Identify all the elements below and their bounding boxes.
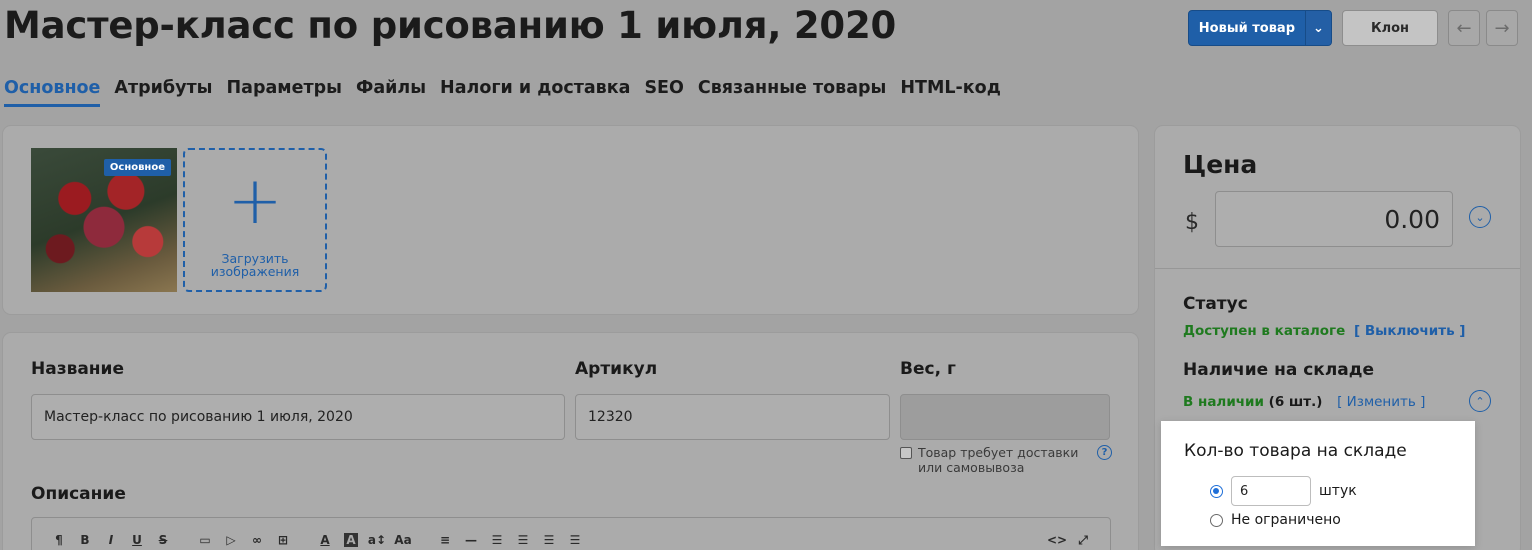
unlimited-label[interactable]: Не ограничено xyxy=(1231,512,1341,528)
image-icon[interactable]: ▭ xyxy=(192,533,218,547)
stock-title: Наличие на складе xyxy=(1183,360,1375,380)
horizontal-rule-icon[interactable]: — xyxy=(458,533,484,547)
qty-unit: штук xyxy=(1319,483,1357,499)
paragraph-icon[interactable]: ¶ xyxy=(46,533,72,547)
weight-input[interactable] xyxy=(900,394,1110,440)
tab-attributes[interactable]: Атрибуты xyxy=(114,78,212,107)
tab-seo[interactable]: SEO xyxy=(644,78,683,107)
tab-bar: Основное Атрибуты Параметры Файлы Налоги… xyxy=(4,78,1015,107)
tab-html-code[interactable]: HTML-код xyxy=(900,78,1000,107)
upload-images-label: Загрузить изображения xyxy=(210,251,300,279)
disable-link[interactable]: [ Выключить ] xyxy=(1354,323,1466,339)
plus-icon: + xyxy=(227,162,283,239)
indent-icon[interactable]: ☰ xyxy=(562,533,588,547)
page-title: Мастер-класс по рисованию 1 июля, 2020 xyxy=(4,4,897,47)
numbered-list-icon[interactable]: ☰ xyxy=(510,533,536,547)
font-family-icon[interactable]: Aa xyxy=(390,533,416,547)
clone-button[interactable]: Клон xyxy=(1342,10,1438,46)
next-arrow-icon[interactable]: → xyxy=(1486,10,1518,46)
limited-qty-row: 6 штук xyxy=(1210,476,1357,506)
sku-label: Артикул xyxy=(575,359,658,379)
prev-arrow-icon[interactable]: ← xyxy=(1448,10,1480,46)
new-product-button[interactable]: Новый товар ⌄ xyxy=(1187,10,1332,46)
upload-images-button[interactable]: + Загрузить изображения xyxy=(183,148,327,292)
description-label: Описание xyxy=(31,484,126,504)
outdent-icon[interactable]: ☰ xyxy=(536,533,562,547)
product-image-thumbnail[interactable]: Основное xyxy=(31,148,177,292)
shipping-checkbox[interactable] xyxy=(900,447,912,459)
shipping-checkbox-row[interactable]: Товар требует доставки или самовывоза xyxy=(900,445,1100,475)
status-line: Доступен в каталоге [ Выключить ] xyxy=(1183,323,1465,339)
change-stock-link[interactable]: [ Изменить ] xyxy=(1337,394,1425,410)
currency-symbol: $ xyxy=(1185,210,1199,235)
main-form-card: Название Мастер-класс по рисованию 1 июл… xyxy=(3,333,1138,550)
tab-parameters[interactable]: Параметры xyxy=(227,78,342,107)
qty-input[interactable]: 6 xyxy=(1231,476,1311,506)
link-icon[interactable]: ∞ xyxy=(244,533,270,547)
chevron-up-icon[interactable]: ⌃ xyxy=(1469,390,1491,412)
table-icon[interactable]: ⊞ xyxy=(270,533,296,547)
unlimited-radio[interactable] xyxy=(1210,513,1223,527)
status-state: Доступен в каталоге xyxy=(1183,323,1346,339)
chevron-down-icon[interactable]: ⌄ xyxy=(1305,11,1331,45)
chevron-down-icon[interactable]: ⌄ xyxy=(1469,206,1491,228)
images-card: Основное + Загрузить изображения xyxy=(3,126,1138,314)
bold-icon[interactable]: B xyxy=(72,533,98,547)
stock-popup-title: Кол-во товара на складе xyxy=(1184,441,1407,461)
help-icon[interactable]: ? xyxy=(1097,445,1112,460)
editor-toolbar: ¶ B I U S ▭ ▷ ∞ ⊞ A A a↕ Aa ≡ — ☰ ☰ ☰ ☰ … xyxy=(31,517,1111,550)
main-image-badge: Основное xyxy=(103,159,171,176)
tab-related-products[interactable]: Связанные товары xyxy=(698,78,887,107)
fullscreen-icon[interactable]: ⤢ xyxy=(1070,533,1096,548)
price-input[interactable]: 0.00 xyxy=(1215,191,1453,247)
status-title: Статус xyxy=(1183,294,1248,314)
name-input[interactable]: Мастер-класс по рисованию 1 июля, 2020 xyxy=(31,394,565,440)
limited-qty-radio[interactable] xyxy=(1210,484,1223,498)
divider xyxy=(1155,268,1520,269)
tab-main[interactable]: Основное xyxy=(4,78,101,107)
bullet-list-icon[interactable]: ☰ xyxy=(484,533,510,547)
sku-input[interactable]: 12320 xyxy=(575,394,890,440)
font-color-icon[interactable]: A xyxy=(312,533,338,547)
nav-arrows: ← → xyxy=(1448,10,1518,46)
name-label: Название xyxy=(31,359,124,379)
new-product-label: Новый товар xyxy=(1198,20,1295,36)
shipping-checkbox-label: Товар требует доставки или самовывоза xyxy=(918,445,1079,475)
font-size-icon[interactable]: a↕ xyxy=(364,533,390,547)
stock-quantity-popup: Кол-во товара на складе 6 штук Не ограни… xyxy=(1161,421,1475,546)
code-view-icon[interactable]: <> xyxy=(1044,533,1070,547)
align-icon[interactable]: ≡ xyxy=(432,533,458,547)
background-color-icon[interactable]: A xyxy=(344,533,358,547)
stock-count: (6 шт.) xyxy=(1268,394,1323,410)
weight-label: Вес, г xyxy=(900,359,956,379)
unlimited-row: Не ограничено xyxy=(1210,512,1341,528)
price-title: Цена xyxy=(1183,150,1258,179)
video-icon[interactable]: ▷ xyxy=(218,533,244,547)
italic-icon[interactable]: I xyxy=(98,533,124,547)
strikethrough-icon[interactable]: S xyxy=(150,533,176,547)
tab-taxes-shipping[interactable]: Налоги и доставка xyxy=(440,78,630,107)
top-actions: Новый товар ⌄ Клон ← → xyxy=(1187,10,1518,46)
stock-state: В наличии xyxy=(1183,394,1264,410)
tab-files[interactable]: Файлы xyxy=(356,78,426,107)
underline-icon[interactable]: U xyxy=(124,533,150,547)
stock-line: В наличии (6 шт.) [ Изменить ] xyxy=(1183,394,1425,410)
